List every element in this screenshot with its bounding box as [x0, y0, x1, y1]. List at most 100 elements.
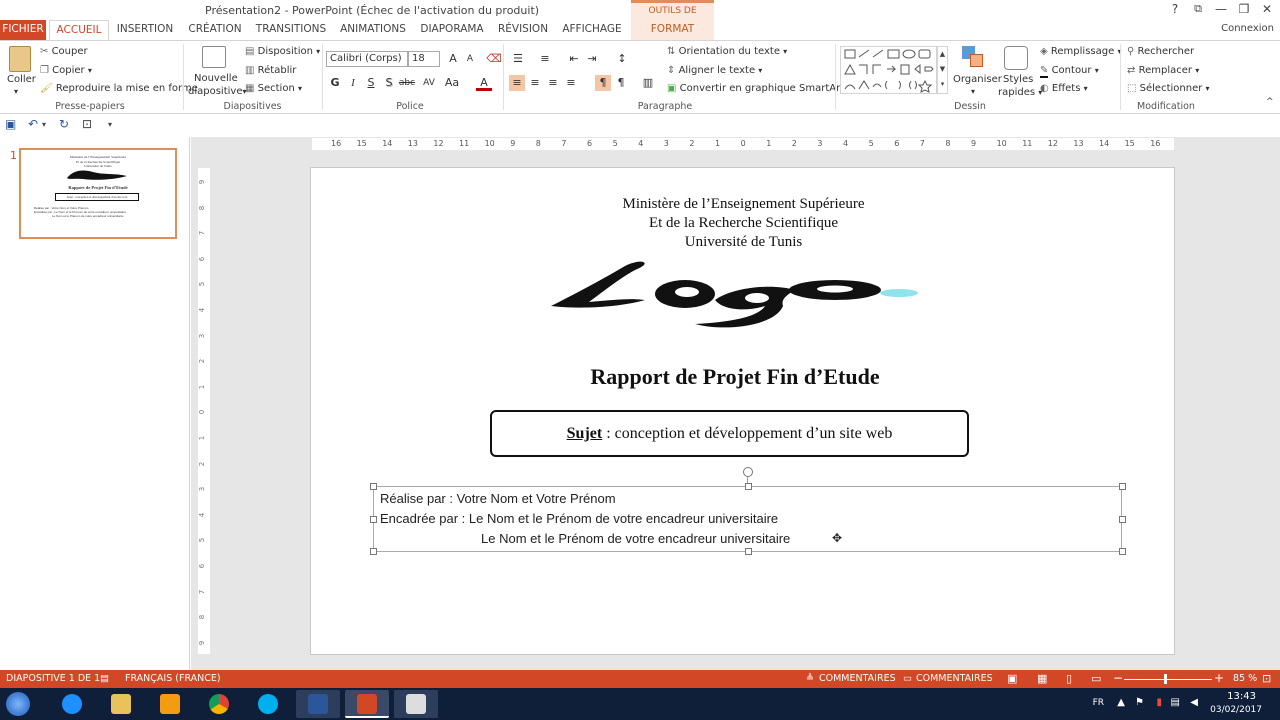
- close-button[interactable]: ✕: [1255, 2, 1279, 16]
- taskbar-powerpoint[interactable]: [345, 690, 389, 718]
- columns-icon[interactable]: ▥: [640, 75, 656, 91]
- font-color-button[interactable]: A: [476, 75, 492, 91]
- fit-to-window-icon[interactable]: ⊡: [1262, 672, 1271, 685]
- reading-view-icon[interactable]: ▯: [1066, 672, 1072, 685]
- input-language[interactable]: FR: [1093, 698, 1104, 708]
- resize-handle-s[interactable]: [745, 548, 752, 555]
- tab-review[interactable]: RÉVISION: [494, 20, 552, 40]
- quick-styles-icon[interactable]: [1004, 46, 1028, 70]
- slide-sorter-icon[interactable]: ▦: [1037, 672, 1047, 685]
- resize-handle-nw[interactable]: [370, 483, 377, 490]
- text-direction-button[interactable]: ⇅ Orientation du texte ▾: [667, 46, 787, 57]
- align-left-icon[interactable]: ≡: [509, 75, 525, 91]
- shadow-button[interactable]: S: [381, 75, 397, 91]
- taskbar-explorer[interactable]: [99, 690, 143, 718]
- increase-indent-icon[interactable]: ⇥: [584, 51, 600, 67]
- arrange-dropdown-icon[interactable]: ▾: [971, 87, 975, 96]
- network-icon[interactable]: ▤: [1171, 697, 1180, 708]
- zoom-slider-thumb[interactable]: [1164, 674, 1167, 684]
- action-center-icon[interactable]: ⚑: [1135, 697, 1144, 708]
- tab-slideshow[interactable]: DIAPORAMA: [416, 20, 488, 40]
- logo-image[interactable]: [545, 256, 925, 336]
- align-center-icon[interactable]: ≡: [527, 75, 543, 91]
- align-right-icon[interactable]: ≡: [545, 75, 561, 91]
- shape-outline-button[interactable]: ✎ Contour ▾: [1040, 65, 1099, 78]
- numbering-icon[interactable]: ≡: [537, 51, 553, 67]
- save-icon[interactable]: ▣: [5, 117, 16, 131]
- replace-button[interactable]: ⇄ Remplacer ▾: [1127, 65, 1199, 76]
- justify-icon[interactable]: ≡: [563, 75, 579, 91]
- taskbar-other-window[interactable]: [394, 690, 438, 718]
- clock-time[interactable]: 13:43: [1227, 691, 1256, 702]
- tab-transitions[interactable]: TRANSITIONS: [253, 20, 329, 40]
- paste-button[interactable]: Coller: [7, 74, 36, 85]
- maximize-button[interactable]: ❐: [1232, 2, 1256, 16]
- taskbar-ie[interactable]: [50, 690, 94, 718]
- paste-dropdown-icon[interactable]: ▾: [14, 87, 18, 96]
- cut-button[interactable]: ✂ Couper: [40, 46, 88, 57]
- select-button[interactable]: ⬚ Sélectionner ▾: [1127, 83, 1210, 94]
- zoom-out-button[interactable]: −: [1113, 671, 1123, 685]
- align-text-button[interactable]: ⇕ Aligner le texte ▾: [667, 65, 762, 76]
- ltr-icon[interactable]: ¶: [595, 75, 611, 91]
- arrange-button[interactable]: Organiser: [953, 74, 1002, 85]
- new-slide-button-line2[interactable]: diapositive▾: [188, 86, 247, 97]
- resize-handle-se[interactable]: [1119, 548, 1126, 555]
- resize-handle-ne[interactable]: [1119, 483, 1126, 490]
- spellcheck-icon[interactable]: ▤: [100, 673, 109, 684]
- ministry-line-3[interactable]: Université de Tunis: [311, 234, 1176, 251]
- font-name-box[interactable]: Calibri (Corps): [326, 51, 408, 67]
- shrink-font-button[interactable]: A: [462, 51, 478, 67]
- copy-button[interactable]: ❐ Copier ▾: [40, 65, 92, 76]
- format-painter-button[interactable]: 🖌 Reproduire la mise en forme: [40, 83, 198, 94]
- slide-thumbnail[interactable]: Ministère de l’Enseignement Supérieure Et…: [19, 148, 177, 239]
- subject-box[interactable]: Sujet : conception et développement d’un…: [490, 410, 969, 457]
- section-button[interactable]: ▦ Section ▾: [245, 83, 302, 94]
- shape-effects-button[interactable]: ◐ Effets ▾: [1040, 83, 1088, 94]
- clock-date[interactable]: 03/02/2017: [1210, 705, 1262, 715]
- rotation-handle[interactable]: [743, 467, 753, 477]
- tab-view[interactable]: AFFICHAGE: [558, 20, 626, 40]
- arrange-icon[interactable]: [962, 46, 984, 68]
- tab-insert[interactable]: INSERTION: [113, 20, 177, 40]
- normal-view-icon[interactable]: ▣: [1007, 672, 1017, 685]
- rtl-icon[interactable]: ¶: [613, 75, 629, 91]
- taskbar-media[interactable]: [148, 690, 192, 718]
- underline-button[interactable]: S: [363, 75, 379, 91]
- shapes-gallery-scroll[interactable]: ▲ ▼ ▾: [937, 46, 948, 94]
- tab-design[interactable]: CRÉATION: [183, 20, 247, 40]
- slide-counter[interactable]: DIAPOSITIVE 1 DE 1: [6, 673, 100, 684]
- change-case-button[interactable]: Aa: [442, 75, 462, 91]
- show-hidden-icons[interactable]: ▲: [1117, 697, 1125, 708]
- taskbar-skype[interactable]: [246, 690, 290, 718]
- tab-animations[interactable]: ANIMATIONS: [337, 20, 409, 40]
- tab-file[interactable]: FICHIER: [0, 20, 46, 40]
- undo-dropdown-icon[interactable]: ▾: [42, 120, 46, 129]
- quick-styles-button[interactable]: Styles: [1003, 74, 1033, 85]
- resize-handle-sw[interactable]: [370, 548, 377, 555]
- font-size-box[interactable]: 18: [408, 51, 440, 67]
- report-title[interactable]: Rapport de Projet Fin d’Etude: [311, 364, 1159, 390]
- language-indicator[interactable]: FRANÇAIS (FRANCE): [125, 673, 221, 684]
- supervisor-line[interactable]: Encadrée par : Le Nom et le Prénom de vo…: [380, 511, 778, 526]
- resize-handle-w[interactable]: [370, 516, 377, 523]
- strikethrough-button[interactable]: abc: [397, 75, 417, 91]
- taskbar-chrome[interactable]: [197, 690, 241, 718]
- find-button[interactable]: ⚲ Rechercher: [1127, 46, 1194, 57]
- tab-format[interactable]: FORMAT: [631, 20, 714, 40]
- notes-button[interactable]: COMMENTAIRES: [819, 673, 896, 684]
- volume-icon[interactable]: ◀: [1190, 697, 1198, 708]
- zoom-slider-track[interactable]: [1124, 679, 1212, 680]
- shapes-gallery[interactable]: [840, 46, 937, 94]
- quick-styles-button-line2[interactable]: rapides ▾: [998, 87, 1042, 98]
- author-line[interactable]: Réalise par : Votre Nom et Votre Prénom: [380, 491, 616, 506]
- zoom-in-button[interactable]: +: [1214, 671, 1224, 685]
- clear-format-icon[interactable]: ⌫: [486, 51, 502, 67]
- bold-button[interactable]: G: [327, 75, 343, 91]
- paste-icon[interactable]: [9, 46, 31, 72]
- smartart-button[interactable]: ▣ Convertir en graphique SmartArt: [667, 83, 844, 94]
- tab-home[interactable]: ACCUEIL: [49, 20, 109, 41]
- ministry-line-1[interactable]: Ministère de l’Enseignement Supérieure: [311, 196, 1176, 213]
- undo-icon[interactable]: ↶: [28, 117, 38, 131]
- line-spacing-icon[interactable]: ↕: [614, 51, 630, 67]
